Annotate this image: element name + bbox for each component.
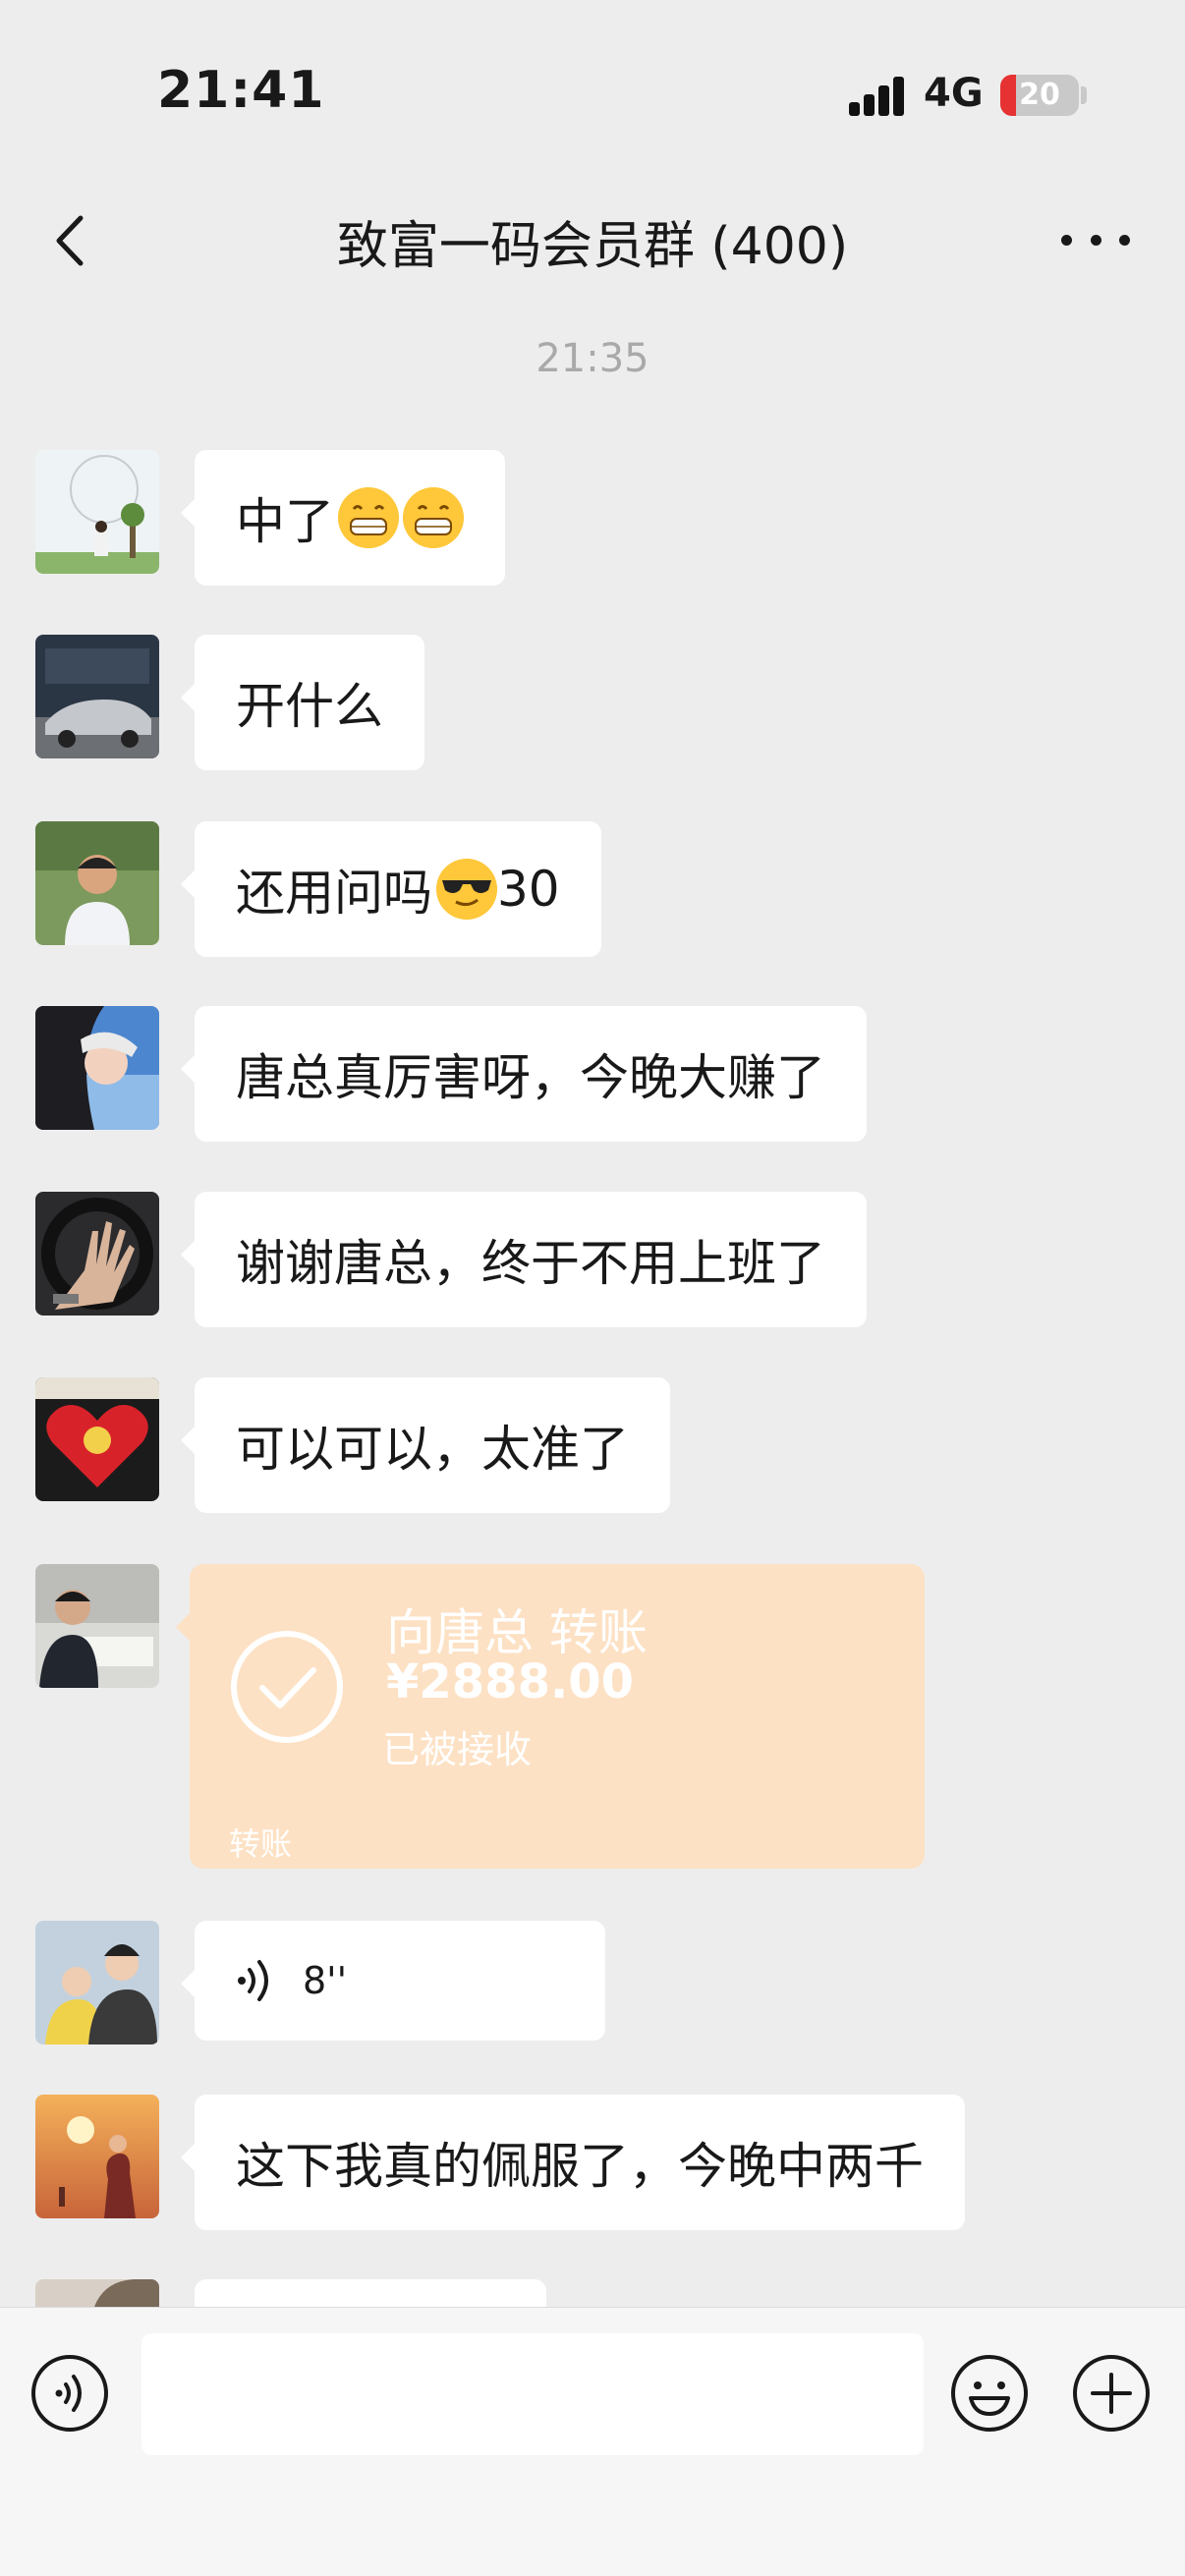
voice-duration: 8'': [303, 1959, 348, 2002]
voice-message[interactable]: 8'': [181, 1921, 605, 2041]
chat-title: 致富一码会员群 (400): [336, 217, 849, 276]
avatar[interactable]: [35, 2095, 159, 2218]
avatar[interactable]: [35, 1192, 159, 1316]
message-text: 这下我真的佩服了，今晚中两千: [236, 2138, 924, 2195]
avatar[interactable]: [35, 1921, 159, 2044]
battery-icon: 20: [1000, 75, 1079, 116]
back-icon[interactable]: [43, 208, 102, 273]
battery-tip: [1081, 86, 1087, 104]
grinning-emoji-icon: [338, 487, 399, 548]
avatar-partial[interactable]: [35, 2279, 159, 2307]
message-bubble[interactable]: 可以可以，太准了: [181, 1377, 670, 1513]
input-bar: [0, 2307, 1185, 2576]
message-bubble[interactable]: 谢谢唐总，终于不用上班了: [181, 1192, 867, 1327]
avatar[interactable]: [35, 635, 159, 758]
transfer-card[interactable]: 向唐总 转账 ¥2888.00 已被接收 转账: [176, 1564, 925, 1869]
message-bubble[interactable]: 这下我真的佩服了，今晚中两千: [181, 2095, 965, 2230]
message-bubble[interactable]: 开什么: [181, 635, 424, 770]
transfer-amount: ¥2888.00: [386, 1654, 635, 1709]
message-bubble[interactable]: 还用问吗 30: [181, 821, 601, 957]
message-text: 谢谢唐总，终于不用上班了: [236, 1235, 825, 1292]
more-icon[interactable]: [1061, 226, 1130, 253]
transfer-status: 已被接收: [382, 1728, 533, 1771]
network-type: 4G: [924, 71, 984, 116]
check-circle-icon: [231, 1631, 343, 1743]
avatar[interactable]: [35, 821, 159, 945]
plus-icon[interactable]: [1071, 2353, 1152, 2434]
grinning-emoji-icon: [403, 487, 464, 548]
voice-icon[interactable]: [29, 2353, 110, 2434]
message-text: 还用问吗: [236, 865, 432, 922]
signal-icon: [849, 77, 906, 116]
battery-percent: 20: [1019, 78, 1060, 112]
message-text: 唐总真厉害呀，今晚大赚了: [236, 1049, 825, 1106]
status-bar: 21:41 4G 20: [0, 0, 1185, 187]
message-text: 开什么: [236, 678, 383, 735]
voice-wave-icon: [238, 1960, 268, 2001]
message-bubble[interactable]: 唐总真厉害呀，今晚大赚了: [181, 1006, 867, 1142]
message-bubble-partial[interactable]: [195, 2279, 546, 2307]
chat-screen: 21:41 4G 20 致富一码会员群 (400) 21:35 中了 开什么 还…: [0, 0, 1185, 2576]
avatar[interactable]: [35, 1377, 159, 1501]
status-time: 21:41: [157, 61, 325, 120]
transfer-label: 转账: [229, 1825, 293, 1863]
message-bubble[interactable]: 中了: [181, 450, 505, 586]
message-timestamp: 21:35: [536, 336, 649, 381]
nav-bar: 致富一码会员群 (400): [0, 187, 1185, 295]
sunglasses-emoji-icon: [436, 859, 497, 920]
avatar[interactable]: [35, 450, 159, 574]
message-input[interactable]: [141, 2333, 924, 2455]
emoji-icon[interactable]: [949, 2353, 1030, 2434]
message-text: 中了: [236, 493, 334, 550]
avatar[interactable]: [35, 1006, 159, 1130]
avatar[interactable]: [35, 1564, 159, 1688]
message-text-suffix: 30: [497, 861, 560, 918]
message-text: 可以可以，太准了: [236, 1421, 629, 1478]
